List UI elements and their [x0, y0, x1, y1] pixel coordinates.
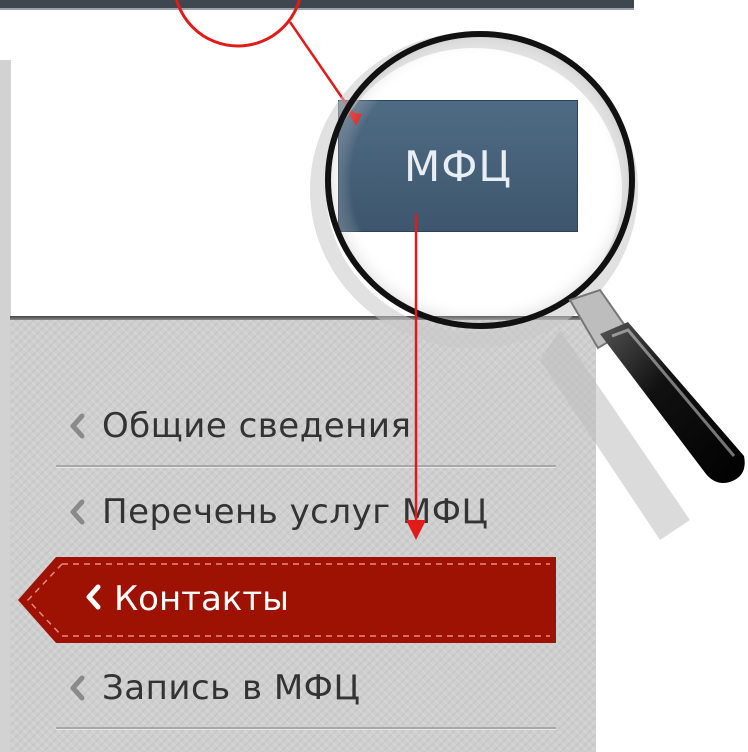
chevron-left-icon: [84, 584, 102, 614]
chevron-left-icon: [60, 499, 102, 525]
mfc-button-label: МФЦ: [404, 141, 512, 191]
chevron-left-icon: [60, 413, 102, 439]
sidebar-item-registration[interactable]: Запись в МФЦ: [60, 664, 554, 712]
sidebar-item-label: Перечень услуг МФЦ: [102, 492, 489, 532]
chevron-left-icon: [60, 675, 102, 701]
mfc-button-magnified[interactable]: МФЦ: [338, 100, 578, 232]
sidebar-item-general-info[interactable]: Общие сведения: [60, 402, 554, 450]
sidebar-item-contacts[interactable]: Контакты: [18, 557, 556, 643]
menu-separator: [56, 465, 556, 468]
menu-separator: [56, 727, 556, 730]
sidebar-item-services-list[interactable]: Перечень услуг МФЦ: [60, 488, 554, 536]
sidebar-item-label: Запись в МФЦ: [102, 668, 361, 708]
magnifier-handle: [600, 322, 745, 483]
left-margin: [0, 60, 10, 752]
header-strip: [0, 0, 634, 10]
sidebar-item-label: Контакты: [114, 579, 289, 619]
sidebar-item-label: Общие сведения: [102, 406, 412, 446]
